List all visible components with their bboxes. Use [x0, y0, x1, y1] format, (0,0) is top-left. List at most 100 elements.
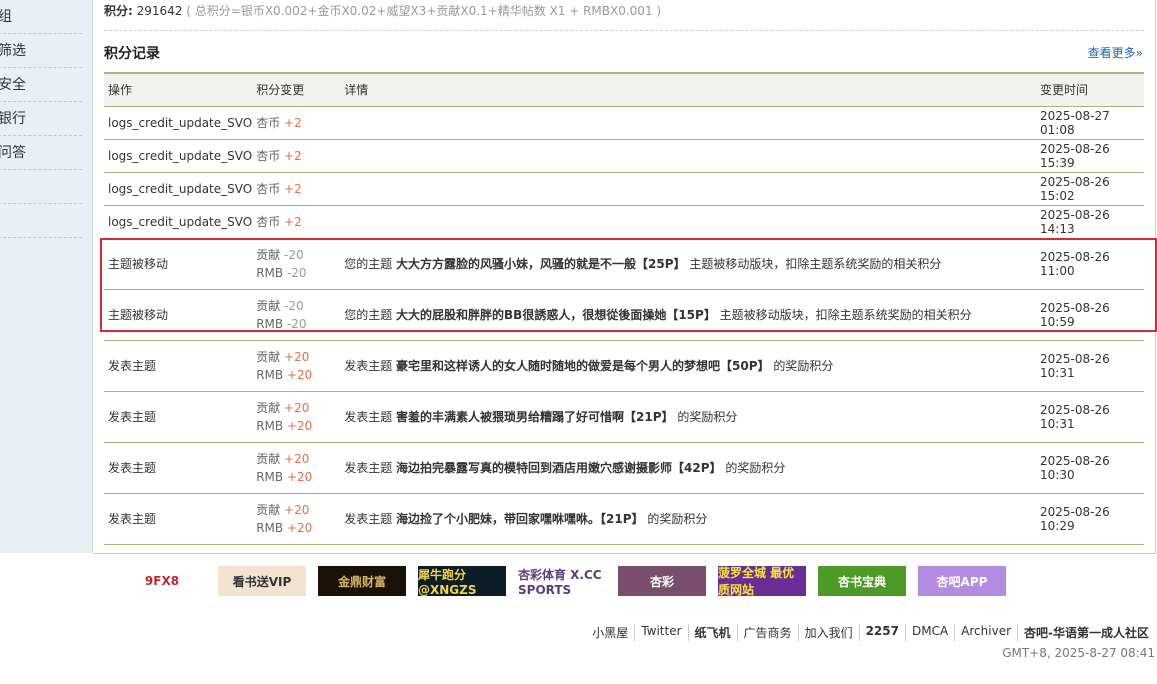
credit-amount: +20 — [286, 418, 313, 433]
banner-ad[interactable]: 菠罗全城 最优质网站 — [718, 566, 806, 597]
detail-cell: 发表主题 海边拍完暴露写真的模特回到酒店用嫩穴感谢摄影师【42P】 的奖励积分 — [340, 442, 1036, 494]
banner-ad[interactable]: 杏彩 — [618, 566, 706, 596]
banner-ad[interactable]: 金鼎财富 — [318, 566, 406, 596]
score-label: 积分: — [104, 4, 133, 18]
change-line: 杏币 +2 — [256, 180, 340, 198]
detail-cell — [340, 172, 1036, 206]
sidebar-item[interactable]: 安全 — [0, 68, 82, 102]
footer-link[interactable]: 加入我们 — [797, 624, 859, 641]
credit-amount: +20 — [286, 367, 313, 382]
sidebar-item[interactable] — [0, 170, 82, 204]
change-line: RMB +20 — [256, 366, 340, 384]
footer-link[interactable]: 广告商务 — [736, 624, 798, 641]
banner-ad[interactable]: 杏彩体育 X.CC SPORTS — [518, 566, 606, 597]
col-header-action: 操作 — [104, 72, 253, 107]
score-value: 291642 — [136, 4, 183, 18]
sidebar-item[interactable]: 问答 — [0, 136, 82, 170]
credit-type: 杏币 — [256, 214, 281, 229]
banner-ad[interactable]: 杏吧APP — [918, 566, 1006, 596]
change-cell: 贡献 +20 RMB +20 — [252, 340, 341, 392]
divider — [104, 30, 1144, 31]
detail-cell: 发表主题 海边捡了个小肥妹，带回家嘿咻嘿咻。【21P】 的奖励积分 — [340, 493, 1036, 545]
detail-prefix: 发表主题 — [344, 410, 397, 424]
sidebar-item[interactable]: 银行 — [0, 102, 82, 136]
time-cell: 2025-08-26 10:31 — [1036, 391, 1144, 443]
footer-link[interactable]: 纸飞机 — [687, 624, 737, 641]
change-cell: 杏币 +2 — [252, 172, 341, 206]
time-cell: 2025-08-26 10:29 — [1036, 493, 1144, 545]
score-summary: 积分: 291642 ( 总积分=银币X0.002+金币X0.02+威望X3+贡… — [104, 2, 661, 19]
score-formula: ( 总积分=银币X0.002+金币X0.02+威望X3+贡献X0.1+精华帖数 … — [186, 4, 662, 18]
time-cell: 2025-08-27 01:08 — [1036, 106, 1144, 140]
table-row: 发表主题 贡献 +20 RMB +20 发表主题 海边捡了个小肥妹，带回家嘿咻嘿咻。【… — [104, 493, 1144, 545]
credit-amount: +2 — [284, 148, 302, 163]
credit-amount: +20 — [284, 451, 310, 466]
change-cell: 贡献 +20 RMB +20 — [252, 493, 341, 545]
change-cell: 杏币 +2 — [252, 139, 341, 173]
thread-link[interactable]: 害羞的丰满素人被猥琐男给糟蹋了好可惜啊【21P】 — [396, 410, 674, 424]
credit-amount: +2 — [284, 214, 302, 229]
sidebar-item[interactable]: 组 — [0, 0, 82, 34]
view-more-link[interactable]: 查看更多» — [1088, 44, 1143, 61]
footer-time: GMT+8, 2025-8-27 08:41 — [1002, 646, 1155, 660]
detail-prefix: 发表主题 — [344, 461, 397, 475]
banner-ad[interactable]: 看书送VIP — [218, 566, 306, 596]
detail-cell — [340, 205, 1036, 239]
banner-ad[interactable]: 杏书宝典 — [818, 566, 906, 596]
sidebar-item[interactable] — [0, 204, 82, 238]
thread-link[interactable]: 海边拍完暴露写真的模特回到酒店用嫩穴感谢摄影师【42P】 — [396, 461, 722, 475]
time-cell: 2025-08-26 10:30 — [1036, 442, 1144, 494]
sidebar: 组筛选安全银行问答 — [0, 0, 93, 553]
detail-cell — [340, 106, 1036, 140]
credit-type: 杏币 — [256, 148, 281, 163]
footer-link[interactable]: 杏吧-华语第一成人社区 — [1017, 624, 1155, 641]
thread-link[interactable]: 豪宅里和这样诱人的女人随时随地的做爱是每个男人的梦想吧【50P】 — [396, 359, 770, 373]
footer-link[interactable]: 2257 — [858, 624, 905, 641]
detail-suffix: 的奖励积分 — [769, 359, 834, 373]
time-cell: 2025-08-26 14:13 — [1036, 205, 1144, 239]
action-cell: 发表主题 — [104, 391, 253, 443]
credit-amount: +20 — [286, 520, 313, 535]
change-line: RMB +20 — [256, 417, 340, 435]
change-line: 杏币 +2 — [256, 213, 340, 231]
action-cell: 发表主题 — [104, 340, 253, 392]
change-line: 贡献 +20 — [256, 348, 340, 366]
credit-type: RMB — [256, 520, 284, 535]
table-row: logs_credit_update_SVO 杏币 +2 2025-08-26 15… — [104, 139, 1144, 173]
section-title: 积分记录 — [104, 46, 160, 62]
detail-prefix: 发表主题 — [344, 512, 397, 526]
table-row: 发表主题 贡献 +20 RMB +20 发表主题 豪宅里和这样诱人的女人随时随地的做爱… — [104, 340, 1144, 392]
table-row: logs_credit_update_SVO 杏币 +2 2025-08-26 14… — [104, 205, 1144, 239]
change-line: RMB +20 — [256, 519, 340, 537]
action-cell: logs_credit_update_SVO — [104, 172, 253, 206]
time-cell: 2025-08-26 15:39 — [1036, 139, 1144, 173]
credit-amount: +2 — [284, 115, 302, 130]
change-cell: 贡献 +20 RMB +20 — [252, 391, 341, 443]
change-line: 贡献 +20 — [256, 501, 340, 519]
credit-type: 杏币 — [256, 181, 281, 196]
footer-links: 小黑屋 Twitter 纸飞机 广告商务 加入我们 2257 DMCA Archiver 杏吧-… — [586, 624, 1155, 641]
footer-link[interactable]: Archiver — [954, 624, 1017, 641]
footer-link[interactable]: 小黑屋 — [586, 624, 634, 641]
credit-amount: +20 — [286, 469, 313, 484]
change-line: RMB +20 — [256, 468, 340, 486]
table-row: 发表主题 贡献 +20 RMB +20 发表主题 害羞的丰满素人被猥琐男给糟蹋了好可惜… — [104, 391, 1144, 443]
detail-cell: 发表主题 豪宅里和这样诱人的女人随时随地的做爱是每个男人的梦想吧【50P】 的奖… — [340, 340, 1036, 392]
banner-ad[interactable]: 9FX8 — [118, 566, 206, 596]
change-line: 杏币 +2 — [256, 147, 340, 165]
time-cell: 2025-08-26 15:02 — [1036, 172, 1144, 206]
detail-suffix: 的奖励积分 — [721, 461, 786, 475]
change-cell: 贡献 +20 RMB +20 — [252, 442, 341, 494]
footer-link[interactable]: Twitter — [634, 624, 687, 641]
change-cell: 杏币 +2 — [252, 106, 341, 140]
footer-link[interactable]: DMCA — [904, 624, 954, 641]
time-cell: 2025-08-26 10:31 — [1036, 340, 1144, 392]
sidebar-item[interactable]: 筛选 — [0, 34, 82, 68]
banner-ad[interactable]: 犀牛跑分 @XNGZS — [418, 566, 506, 597]
credit-type: 贡献 — [256, 502, 281, 517]
table-row: 发表主题 贡献 +20 RMB +20 发表主题 海边拍完暴露写真的模特回到酒店用嫩穴… — [104, 442, 1144, 494]
credit-type: 贡献 — [256, 349, 281, 364]
change-line: 杏币 +2 — [256, 114, 340, 132]
detail-cell: 发表主题 害羞的丰满素人被猥琐男给糟蹋了好可惜啊【21P】 的奖励积分 — [340, 391, 1036, 443]
thread-link[interactable]: 海边捡了个小肥妹，带回家嘿咻嘿咻。【21P】 — [396, 512, 644, 526]
